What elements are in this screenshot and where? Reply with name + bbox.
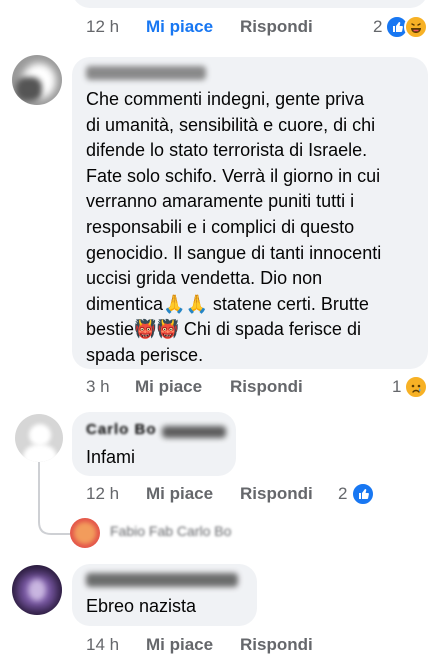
like-button[interactable]: Mi piace [146, 484, 213, 504]
comment-text: Che commenti indegni, gente priva di uma… [86, 89, 382, 365]
like-button[interactable]: Mi piace [146, 17, 213, 37]
comment-actions: 14 h Mi piace Rispondi [86, 635, 426, 657]
author-name[interactable]: Carlo Bo [86, 421, 157, 438]
comment-bubble: Che commenti indegni, gente priva di uma… [72, 57, 428, 369]
reactions[interactable] [351, 482, 375, 506]
comment-time: 14 h [86, 635, 120, 654]
top-comment-actions: 12 h Mi piace Rispondi 2 [86, 15, 428, 39]
laugh-icon [404, 15, 428, 39]
reactions[interactable] [385, 15, 428, 39]
reply-avatar[interactable] [70, 518, 100, 548]
comment-time: 12 h [86, 484, 120, 503]
reply-button[interactable]: Rispondi [240, 484, 313, 504]
author-name[interactable] [86, 66, 206, 80]
sad-icon [404, 375, 428, 399]
reply-preview[interactable]: Fabio Fab Carlo Bo [110, 523, 430, 539]
avatar[interactable] [15, 414, 63, 462]
reaction-count[interactable]: 2 [338, 484, 347, 504]
comment-time: 3 h [86, 377, 110, 396]
reaction-count[interactable]: 2 [373, 17, 382, 37]
comment-bubble: Ebreo nazista [72, 564, 257, 626]
like-button[interactable]: Mi piace [146, 635, 213, 655]
comment-text: Ebreo nazista [86, 596, 197, 616]
comment-time: 12 h [86, 17, 120, 36]
reply-button[interactable]: Rispondi [230, 377, 303, 397]
comment-actions: 12 h Mi piace Rispondi 2 [86, 482, 426, 506]
reply-button[interactable]: Rispondi [240, 635, 313, 655]
comment-actions: 3 h Mi piace Rispondi 1 [86, 375, 428, 399]
comment-bubble: Carlo Bo Infami [72, 412, 236, 476]
like-button[interactable]: Mi piace [135, 377, 202, 397]
reaction-count[interactable]: 1 [392, 377, 401, 397]
author-name[interactable] [86, 573, 238, 587]
avatar[interactable] [12, 565, 62, 615]
like-icon [351, 482, 375, 506]
reactions[interactable] [404, 375, 428, 399]
comment-text: Infami [86, 447, 136, 467]
name-redaction [162, 426, 226, 438]
previous-comment-bubble [72, 0, 428, 8]
avatar[interactable] [12, 55, 62, 105]
reply-button[interactable]: Rispondi [240, 17, 313, 37]
